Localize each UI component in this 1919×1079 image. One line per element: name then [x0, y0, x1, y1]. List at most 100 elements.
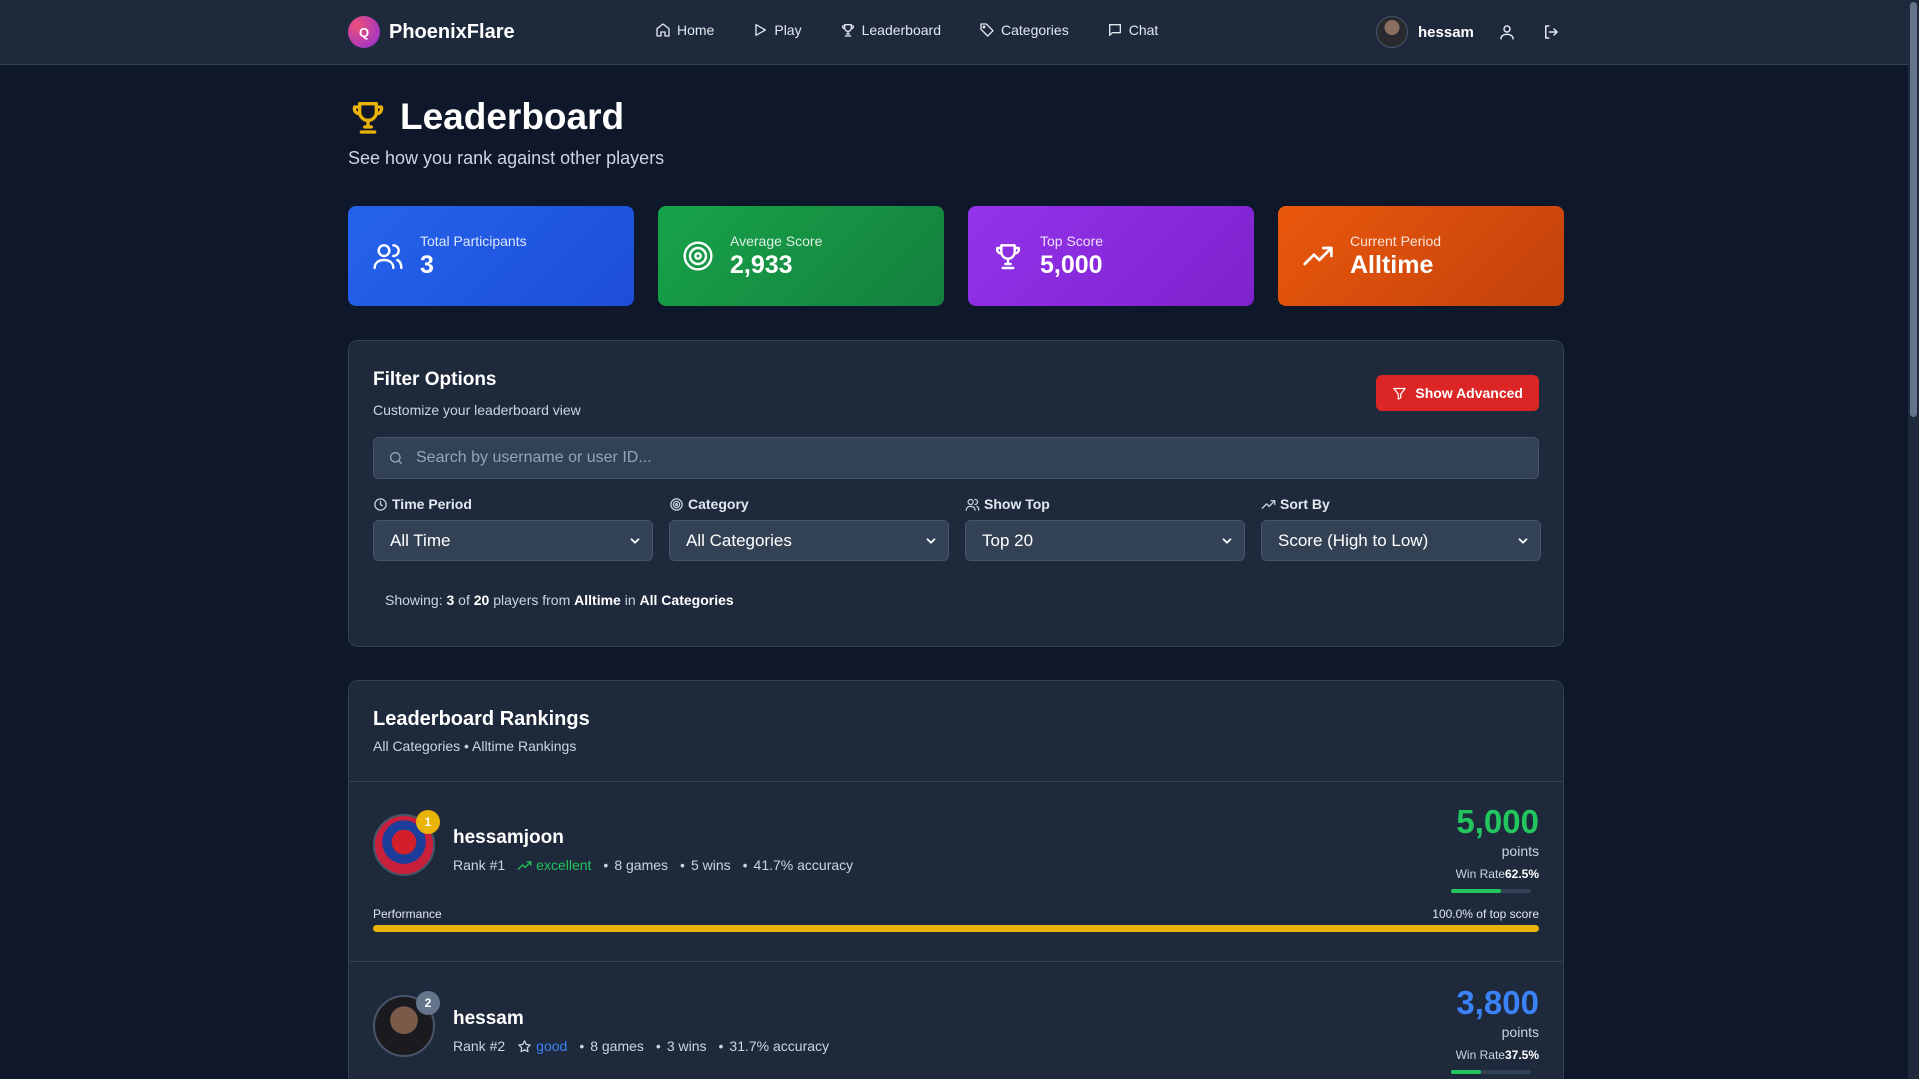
- stat-value: Alltime: [1350, 250, 1434, 279]
- list-item[interactable]: 2 hessam Rank #2 good • 8 games • 3 wins •…: [349, 962, 1563, 1079]
- trending-up-icon: [1261, 497, 1276, 512]
- sort-by-filter: Sort By Score (High to Low): [1261, 496, 1541, 561]
- accuracy: 41.7% accuracy: [753, 857, 854, 873]
- points-label: points: [1501, 1024, 1539, 1040]
- page-title: Leaderboard: [400, 96, 625, 137]
- stat-card-top-score: Top Score 5,000: [968, 206, 1254, 306]
- time-period-select[interactable]: All Time: [373, 520, 653, 561]
- player-score: 3,800: [1456, 984, 1539, 1021]
- user-area: hessam: [1376, 16, 1562, 48]
- filter-label: Time Period: [392, 496, 472, 512]
- chevron-down-icon: [628, 534, 642, 548]
- select-value: Score (High to Low): [1278, 530, 1429, 550]
- select-value: All Time: [390, 530, 451, 550]
- stat-value: 5,000: [1040, 250, 1103, 279]
- tier-label: excellent: [536, 857, 592, 873]
- nav-link-leaderboard[interactable]: Leaderboard: [840, 22, 941, 38]
- rankings-panel: Leaderboard Rankings All Categories • Al…: [348, 680, 1564, 1079]
- nav-link-categories[interactable]: Categories: [979, 22, 1069, 38]
- filter-icon: [1392, 386, 1407, 401]
- nav-link-play[interactable]: Play: [752, 22, 802, 38]
- filter-subtitle: Customize your leaderboard view: [373, 402, 581, 418]
- scroll-thumb[interactable]: [1910, 2, 1917, 417]
- select-value: All Categories: [686, 530, 792, 550]
- tier-badge: good: [517, 1038, 567, 1054]
- stat-card-average-score: Average Score 2,933: [658, 206, 944, 306]
- filter-label: Sort By: [1280, 496, 1330, 512]
- category-select[interactable]: All Categories: [669, 520, 949, 561]
- target-icon: [682, 240, 714, 272]
- stat-card-current-period: Current Period Alltime: [1278, 206, 1564, 306]
- search-box[interactable]: [373, 437, 1539, 479]
- profile-button[interactable]: [1496, 21, 1518, 43]
- nav-link-chat[interactable]: Chat: [1107, 22, 1159, 38]
- page-scrollbar[interactable]: [1908, 0, 1919, 1079]
- player-score: 5,000: [1456, 803, 1539, 840]
- showing-players-from: players from: [493, 592, 571, 608]
- player-meta: Rank #2 good • 8 games • 3 wins • 31.7% acc…: [453, 1038, 830, 1054]
- showing-category: All Categories: [639, 592, 734, 608]
- rank-text: Rank #1: [453, 857, 506, 873]
- rank-badge: 2: [416, 991, 440, 1015]
- search-icon: [388, 450, 404, 466]
- select-value: Top 20: [982, 530, 1034, 550]
- performance-text: 100.0% of top score: [1432, 907, 1539, 921]
- list-item[interactable]: 1 hessamjoon Rank #1 excellent • 8 games …: [349, 781, 1563, 961]
- stat-card-participants: Total Participants 3: [348, 206, 634, 306]
- show-advanced-label: Show Advanced: [1415, 385, 1523, 401]
- player-meta: Rank #1 excellent • 8 games • 5 wins • 41.7…: [453, 857, 854, 873]
- win-rate-fill: [1451, 1070, 1481, 1074]
- nav-link-label: Leaderboard: [861, 22, 941, 38]
- stat-label: Top Score: [1040, 232, 1104, 249]
- showing-count: 3: [446, 592, 455, 608]
- home-icon: [655, 22, 671, 38]
- trophy-icon: [992, 240, 1024, 272]
- user-icon: [1498, 23, 1516, 41]
- filter-label: Category: [688, 496, 749, 512]
- filter-label: Show Top: [984, 496, 1050, 512]
- trending-up-icon: [1302, 240, 1334, 272]
- win-rate: Win Rate37.5%: [1456, 1048, 1539, 1062]
- games-count: 8 games: [614, 857, 669, 873]
- logout-button[interactable]: [1540, 21, 1562, 43]
- username[interactable]: hessam: [1418, 24, 1474, 41]
- trending-up-icon: [517, 858, 532, 873]
- win-rate-bar: [1451, 1070, 1531, 1074]
- rankings-subtitle: All Categories • Alltime Rankings: [373, 738, 577, 754]
- games-count: 8 games: [590, 1038, 644, 1054]
- showing-period: Alltime: [574, 592, 621, 608]
- nav-link-label: Categories: [1001, 22, 1069, 38]
- show-advanced-button[interactable]: Show Advanced: [1376, 375, 1539, 411]
- chat-icon: [1107, 22, 1123, 38]
- stat-value: 2,933: [730, 250, 793, 279]
- brand-logo: Q: [348, 16, 380, 48]
- showing-summary: Showing: 3 of 20 players from Alltime in…: [385, 592, 734, 608]
- chevron-down-icon: [1220, 534, 1234, 548]
- filter-title: Filter Options: [373, 369, 497, 390]
- win-rate-fill: [1451, 889, 1501, 893]
- stat-label: Total Participants: [420, 232, 527, 249]
- clock-icon: [373, 497, 388, 512]
- sort-by-select[interactable]: Score (High to Low): [1261, 520, 1541, 561]
- search-input[interactable]: [416, 449, 1516, 467]
- show-top-filter: Show Top Top 20: [965, 496, 1245, 561]
- wins-count: 5 wins: [690, 857, 731, 873]
- filter-panel: Filter Options Customize your leaderboar…: [348, 340, 1564, 647]
- brand[interactable]: Q PhoenixFlare: [348, 16, 515, 48]
- stat-label: Average Score: [730, 232, 823, 249]
- nav-link-label: Chat: [1128, 22, 1159, 38]
- star-icon: [517, 1039, 532, 1054]
- win-rate-value: 62.5%: [1504, 867, 1539, 881]
- trophy-icon: [348, 97, 388, 137]
- rankings-title: Leaderboard Rankings: [373, 708, 590, 730]
- stat-label: Current Period: [1350, 232, 1442, 249]
- show-top-select[interactable]: Top 20: [965, 520, 1245, 561]
- performance-fill: [373, 925, 1539, 932]
- showing-total: 20: [473, 592, 490, 608]
- tier-label: good: [536, 1038, 568, 1054]
- points-label: points: [1501, 843, 1539, 859]
- avatar[interactable]: [1376, 16, 1408, 48]
- nav-link-home[interactable]: Home: [655, 22, 714, 38]
- player-name[interactable]: hessam: [453, 1008, 524, 1030]
- player-name[interactable]: hessamjoon: [453, 827, 564, 849]
